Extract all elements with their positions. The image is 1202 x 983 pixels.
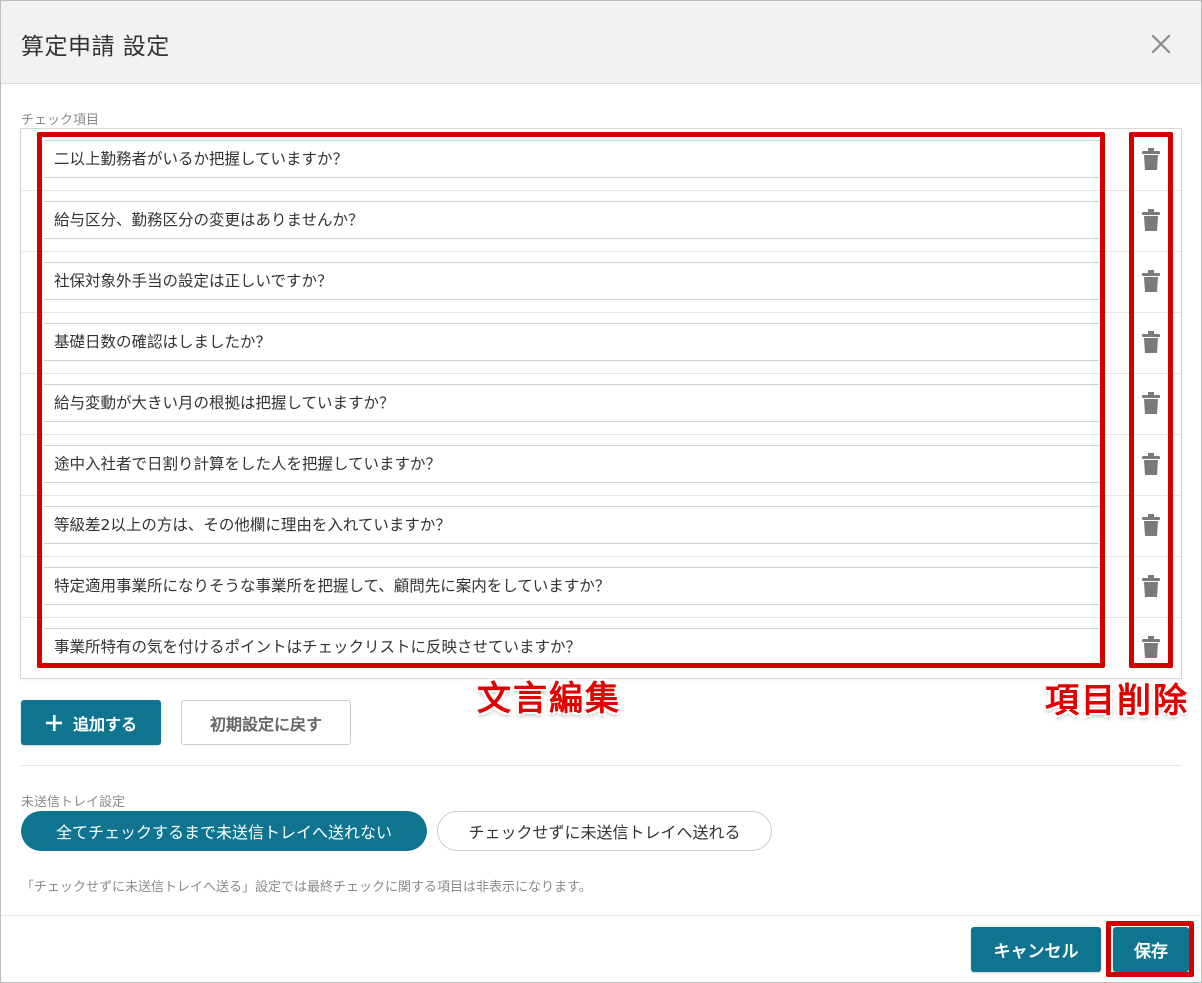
check-items-label: チェック項目 [21, 113, 100, 128]
tray-option-require-all[interactable]: 全てチェックするまで未送信トレイへ送れない [21, 811, 427, 851]
annotation-delete-label: 項目削除 [1045, 681, 1189, 721]
annotation-delete-box [1129, 132, 1173, 668]
close-icon[interactable] [1145, 28, 1177, 60]
dialog-header: 算定申請 設定 [1, 1, 1201, 84]
add-item-label: 追加する [72, 714, 137, 734]
plus-icon [45, 714, 62, 731]
annotation-edit-box [37, 132, 1105, 668]
cancel-button[interactable]: キャンセル [971, 927, 1101, 972]
annotation-edit-label: 文言編集 [477, 679, 621, 719]
tray-option-allow-unchecked[interactable]: チェックせずに未送信トレイへ送れる [437, 811, 772, 851]
add-item-button[interactable]: 追加する [21, 700, 161, 745]
tray-note: 「チェックせずに未送信トレイへ送る」設定では最終チェックに関する項目は非表示にな… [21, 880, 592, 895]
annotation-save-box [1106, 921, 1194, 977]
section-divider [21, 765, 1181, 766]
footer-divider [1, 915, 1201, 916]
settings-dialog: 算定申請 設定 チェック項目 二以上勤務者がいるか把握していますか？ 給与区分、… [0, 0, 1202, 983]
dialog-title: 算定申請 設定 [21, 34, 170, 60]
reset-defaults-button[interactable]: 初期設定に戻す [181, 700, 351, 745]
tray-settings-label: 未送信トレイ設定 [21, 795, 126, 810]
